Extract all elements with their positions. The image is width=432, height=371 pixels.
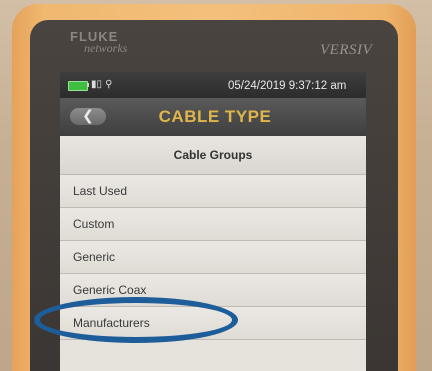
- model-name: VERSIV: [320, 42, 373, 58]
- list-group-title: Cable Groups: [173, 148, 253, 162]
- status-icons: ▮▯ ⚲: [91, 79, 113, 90]
- list-item-last-used[interactable]: Last Used: [60, 175, 366, 208]
- page-title: CABLE TYPE: [158, 107, 272, 126]
- annotation-highlight-oval: [34, 297, 238, 343]
- title-bar: ❮ CABLE TYPE: [60, 98, 366, 136]
- list-item-label: Custom: [73, 217, 115, 231]
- list-group-header: Cable Groups: [60, 136, 366, 175]
- status-datetime: 05/24/2019 9:37:12 am: [228, 80, 347, 92]
- list-item-label: Last Used: [73, 184, 128, 198]
- list-item-generic[interactable]: Generic: [60, 241, 366, 274]
- list-item-custom[interactable]: Custom: [60, 208, 366, 241]
- battery-icon: [68, 81, 88, 91]
- list-item-label: Generic Coax: [73, 283, 147, 297]
- status-bar: ▮▯ ⚲ 05/24/2019 9:37:12 am: [60, 72, 366, 98]
- battery-tip: [87, 83, 89, 87]
- list-item-label: Generic: [73, 250, 116, 264]
- brand-logo-networks: networks: [84, 41, 128, 55]
- back-button[interactable]: ❮: [70, 108, 106, 125]
